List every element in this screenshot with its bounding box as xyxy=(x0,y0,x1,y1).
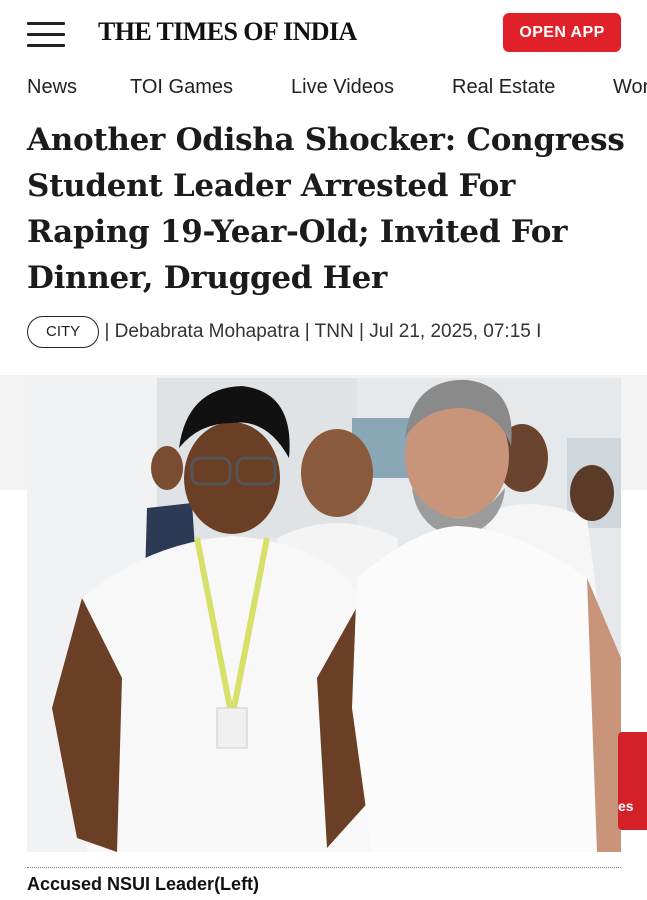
image-caption: Accused NSUI Leader(Left) xyxy=(27,874,260,894)
nav-item-live-videos[interactable]: Live Videos xyxy=(291,76,394,99)
nav-item-news[interactable]: News xyxy=(27,76,77,99)
nav-item-real-estate[interactable]: Real Estate xyxy=(452,76,555,99)
side-promo-tab[interactable]: es xyxy=(618,732,647,830)
article-headline: Another Odisha Shocker: Congress Student… xyxy=(27,122,625,296)
byline: | Debabrata Mohapatra | TNN | Jul 21, 20… xyxy=(104,321,542,342)
photo-illustration xyxy=(27,378,621,852)
section-nav: News TOI Games Live Videos Real Estate W… xyxy=(0,70,647,106)
caption-divider xyxy=(27,867,621,868)
nav-item-toi-games[interactable]: TOI Games xyxy=(130,76,233,99)
article-photo[interactable] xyxy=(27,378,621,852)
top-bar: THE TIMES OF INDIA OPEN APP xyxy=(0,0,647,66)
article-meta: CITY | Debabrata Mohapatra | TNN | Jul 2… xyxy=(27,316,621,350)
side-tab-label: es xyxy=(618,798,634,814)
site-logo[interactable]: THE TIMES OF INDIA xyxy=(98,17,357,47)
open-app-button[interactable]: OPEN APP xyxy=(503,13,621,52)
nav-item-world[interactable]: Wor xyxy=(613,76,647,99)
hamburger-menu-icon[interactable] xyxy=(27,22,65,48)
category-badge[interactable]: CITY xyxy=(27,316,100,348)
